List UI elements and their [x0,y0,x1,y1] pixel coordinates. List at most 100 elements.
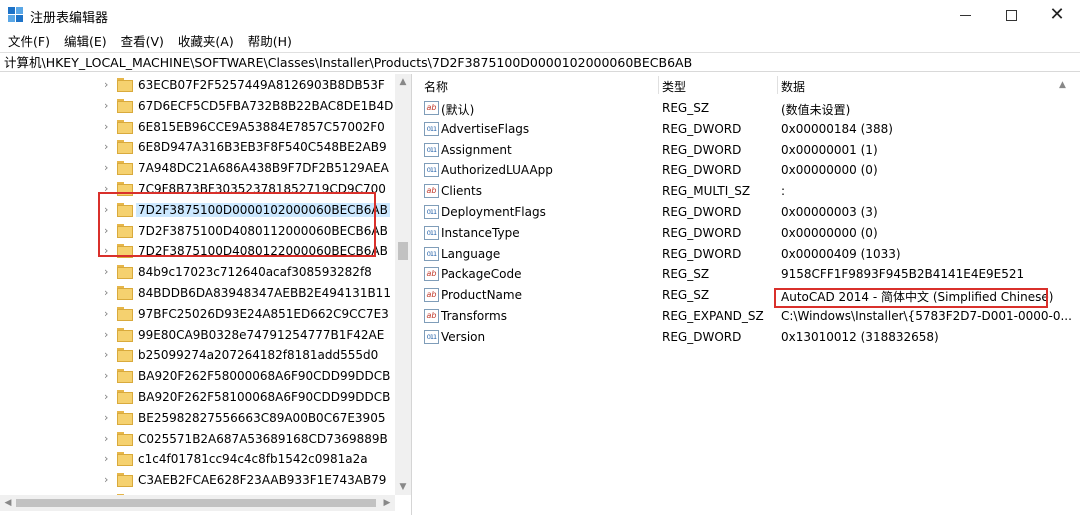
value-data: 0x00000000 (0) [781,225,878,240]
tree-item[interactable]: › C3AEB2FCAE628F23AAB933F1E743AB79 [0,470,395,491]
tree-item[interactable]: › BE25982827556663C89A00B0C67E3905 [0,408,395,429]
column-header-data[interactable]: 数据 [781,78,805,95]
tree-item[interactable]: › BA920F262F58000068A6F90CDD99DDCB [0,366,395,387]
tree-item[interactable]: › 99E80CA9B0328e74791254777B1F42AE [0,325,395,346]
tree-item[interactable]: › 6E8D947A316B3EB3F8F540C548BE2AB9 [0,137,395,158]
value-type: REG_DWORD [662,225,742,240]
tree-item[interactable]: › c1c4f01781cc94c4c8fb1542c0981a2a [0,449,395,470]
folder-icon [117,161,133,176]
tree-item-label: 6E8D947A316B3EB3F8F540C548BE2AB9 [138,140,387,155]
chevron-right-icon[interactable]: › [104,369,108,382]
value-name: InstanceType [441,225,520,240]
tree-item[interactable]: › BA920F262F58100068A6F90CDD99DDCB [0,387,395,408]
tree-horizontal-scrollbar[interactable]: ◀ ▶ [0,495,395,511]
value-name: PackageCode [441,267,522,282]
scroll-right-icon[interactable]: ▶ [379,495,395,511]
column-header-type[interactable]: 类型 [662,78,686,95]
value-row[interactable]: 011 AdvertiseFlags REG_DWORD 0x00000184 (38… [414,119,1074,140]
folder-icon [117,119,133,134]
chevron-right-icon[interactable]: › [104,265,108,278]
value-type: REG_DWORD [662,329,742,344]
chevron-right-icon[interactable]: › [104,307,108,320]
menu-favorites[interactable]: 收藏夹(A) [178,31,234,50]
chevron-right-icon[interactable]: › [104,99,108,112]
binary-value-icon: 011 [424,163,439,178]
value-row[interactable]: ab (默认) REG_SZ (数值未设置) [414,98,1074,119]
binary-value-icon: 011 [424,246,439,261]
string-value-icon: ab [424,184,439,199]
tree-item-label: 97BFC25026D93E24A851ED662C9CC7E3 [138,306,389,321]
tree-item[interactable]: › 84BDDB6DA83948347AEBB2E494131B11 [0,283,395,304]
tree-item[interactable]: › 67D6ECF5CD5FBA732B8B22BAC8DE1B4D [0,96,395,117]
value-name: Clients [441,184,482,199]
tree-item-label: 67D6ECF5CD5FBA732B8B22BAC8DE1B4D [138,98,394,113]
string-value-icon: ab [424,101,439,115]
tree-horizontal-scroll-thumb[interactable] [16,499,376,507]
minimize-icon [959,14,971,16]
folder-icon [117,78,133,92]
tree-item[interactable]: › 97BFC25026D93E24A851ED662C9CC7E3 [0,304,395,325]
value-row[interactable]: ab Clients REG_MULTI_SZ: [414,181,1074,202]
chevron-right-icon[interactable]: › [104,120,108,133]
chevron-right-icon[interactable]: › [104,411,108,424]
tree-item-label: BE25982827556663C89A00B0C67E3905 [138,410,386,425]
value-name: (默认) [441,103,475,117]
chevron-right-icon[interactable]: › [104,161,108,174]
chevron-right-icon[interactable]: › [104,286,108,299]
menu-view[interactable]: 查看(V) [121,31,164,50]
folder-icon [117,431,133,446]
value-row[interactable]: 011 Assignment REG_DWORD 0x00000001 (1) [414,140,1074,161]
maximize-button[interactable] [988,0,1034,30]
tree-item[interactable]: › 6E815EB96CCE9A53884E7857C57002F0 [0,117,395,138]
tree-item[interactable]: › C025571B2A687A53689168CD7369889B [0,429,395,450]
value-data: 9158CFF1F9893F945B2B4141E4E9E521 [781,267,1025,282]
value-row[interactable]: ab Transforms REG_EXPAND_SZ C:\Windows\Inst… [414,306,1074,327]
folder-icon [117,98,133,113]
close-button[interactable]: ✕ [1034,0,1080,30]
value-data: 0x00000409 (1033) [781,246,901,261]
chevron-right-icon[interactable]: › [104,432,108,445]
column-divider[interactable] [777,76,778,94]
scroll-up-icon[interactable]: ▲ [1059,80,1066,90]
values-list: 名称 类型 数据 ▲ ab (默认) REG_SZ (数值未设置) 011 Adverti… [414,74,1080,515]
tree-item[interactable]: › b25099274a207264182f8181add555d0 [0,345,395,366]
value-row[interactable]: ab PackageCode REG_SZ 9158CFF1F9893F945B2B4… [414,264,1074,285]
value-row[interactable]: 011 Version REG_DWORD 0x13010012 (318832658… [414,327,1074,348]
chevron-right-icon[interactable]: › [104,390,108,403]
value-row[interactable]: 011 InstanceType REG_DWORD 0x00000000 (0) [414,223,1074,244]
tree-vertical-scrollbar[interactable]: ▲ ▼ [395,74,411,495]
chevron-right-icon[interactable]: › [104,473,108,486]
tree-item[interactable]: › 63ECB07F2F5257449A8126903B8DB53F [0,75,395,96]
tree-item[interactable]: › 7A948DC21A686A438B9F7DF2B5129AEA [0,158,395,179]
folder-icon [117,410,133,425]
tree-item-label: 84BDDB6DA83948347AEBB2E494131B11 [138,286,391,300]
value-row[interactable]: 011 AuthorizedLUAApp REG_DWORD 0x00000000 (… [414,160,1074,181]
scroll-up-icon[interactable]: ▲ [395,74,411,90]
chevron-right-icon[interactable]: › [104,348,108,361]
tree-item-label: 99E80CA9B0328e74791254777B1F42AE [138,327,385,342]
value-data: 0x00000001 (1) [781,142,878,157]
tree-vertical-scroll-thumb[interactable] [398,242,408,260]
value-row[interactable]: 011 DeploymentFlags REG_DWORD 0x00000003 (3… [414,202,1074,223]
column-divider[interactable] [658,76,659,94]
value-row[interactable]: 011 Language REG_DWORD 0x00000409 (1033) [414,244,1074,265]
chevron-right-icon[interactable]: › [104,78,108,91]
menu-edit[interactable]: 编辑(E) [64,31,107,50]
menu-help[interactable]: 帮助(H) [248,31,292,50]
column-header-name[interactable]: 名称 [424,78,448,95]
chevron-right-icon[interactable]: › [104,452,108,465]
tree-item-label: 84b9c17023c712640acaf308593282f8 [138,265,372,280]
value-name: DeploymentFlags [441,205,546,219]
folder-icon [117,452,133,467]
folder-icon [117,369,133,384]
scroll-down-icon[interactable]: ▼ [395,479,411,495]
value-name: ProductName [441,288,522,303]
tree-item[interactable]: › 84b9c17023c712640acaf308593282f8 [0,262,395,283]
chevron-right-icon[interactable]: › [104,140,108,153]
scroll-left-icon[interactable]: ◀ [0,495,16,511]
chevron-right-icon[interactable]: › [104,328,108,341]
menu-file[interactable]: 文件(F) [8,31,50,50]
string-value-icon: ab [424,309,439,323]
address-bar[interactable]: 计算机\HKEY_LOCAL_MACHINE\SOFTWARE\Classes\… [0,52,1080,72]
minimize-button[interactable] [942,0,988,30]
